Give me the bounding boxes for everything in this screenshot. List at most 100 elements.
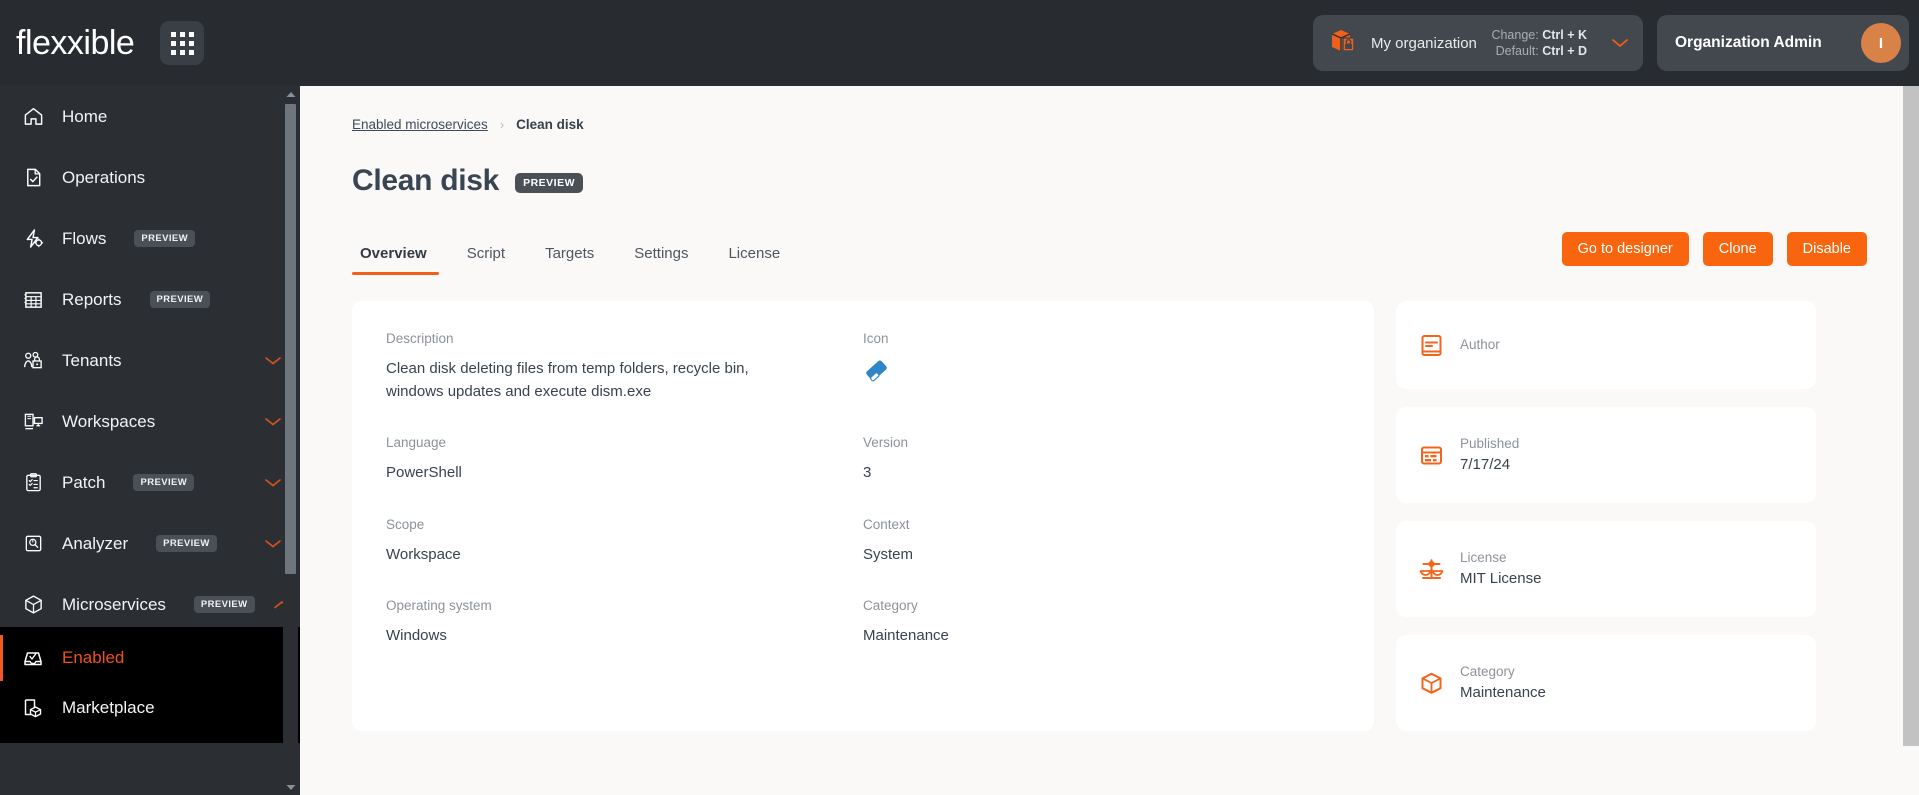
chevron-down-icon[interactable]	[264, 538, 282, 549]
field-value: 3	[863, 464, 872, 481]
category-text: Category Maintenance	[1460, 662, 1546, 703]
topbar-right-group: My organization Change: Ctrl + K Default…	[1313, 15, 1909, 71]
field-icon: Icon	[863, 331, 1340, 435]
sidebar-item-enabled[interactable]: Enabled	[0, 633, 300, 683]
field-context: Context System	[863, 517, 1340, 599]
author-card: Author	[1396, 301, 1816, 389]
published-text: Published 7/17/24	[1460, 434, 1519, 475]
field-value: Clean disk deleting files from temp fold…	[386, 360, 749, 400]
patch-clipboard-icon	[22, 472, 44, 494]
flow-bolt-icon	[22, 228, 44, 250]
sidebar-item-reports[interactable]: Reports PREVIEW	[0, 277, 300, 322]
sidebar-subitem-label: Marketplace	[62, 698, 155, 717]
go-to-designer-button[interactable]: Go to designer	[1561, 232, 1689, 266]
page-scrollbar[interactable]	[1903, 86, 1919, 795]
field-value: Maintenance	[863, 627, 949, 644]
grid-apps-dots	[170, 31, 194, 55]
sidebar-item-tenants[interactable]: Tenants	[0, 338, 300, 383]
document-check-icon	[22, 167, 44, 189]
sidebar-item-operations[interactable]: Operations	[0, 155, 300, 200]
box-icon	[1418, 670, 1444, 696]
breadcrumb-separator-icon: ›	[499, 116, 505, 132]
field-label: Version	[863, 435, 909, 450]
tab-license[interactable]: License	[708, 245, 800, 275]
license-text: License MIT License	[1460, 548, 1541, 589]
sidebar-item-microservices[interactable]: Microservices PREVIEW	[0, 582, 300, 627]
avatar[interactable]: I	[1861, 23, 1901, 63]
chevron-down-icon[interactable]	[264, 477, 282, 488]
sidebar-nav: Home Operations Flows PREVIEW Reports PR…	[0, 86, 300, 743]
chevron-down-icon[interactable]	[1611, 37, 1629, 49]
grid-apps-icon[interactable]	[160, 21, 205, 65]
sidebar-subitem-label: Enabled	[62, 648, 125, 667]
sidebar-item-label: Patch	[62, 472, 106, 492]
author-book-icon	[1418, 332, 1444, 358]
card-value: Maintenance	[1460, 683, 1546, 701]
sidebar-item-home[interactable]: Home	[0, 94, 300, 139]
tab-script[interactable]: Script	[447, 245, 525, 275]
breadcrumb-parent-link[interactable]: Enabled microservices	[352, 117, 488, 132]
package-box-icon	[1329, 28, 1359, 59]
tab-label: Script	[466, 245, 506, 262]
workspaces-icon	[22, 411, 44, 433]
sidebar-item-flows[interactable]: Flows PREVIEW	[0, 216, 300, 261]
sidebar-submenu-microservices: Enabled Marketplace	[0, 627, 300, 743]
card-label: Category	[1460, 664, 1515, 680]
disable-button[interactable]: Disable	[1786, 232, 1867, 266]
tab-targets[interactable]: Targets	[525, 245, 614, 275]
content-area: Description Clean disk deleting files fr…	[352, 301, 1867, 761]
sidebar-item-marketplace[interactable]: Marketplace	[0, 683, 300, 733]
sidebar-item-workspaces[interactable]: Workspaces	[0, 399, 300, 444]
preview-badge: PREVIEW	[134, 230, 196, 247]
chevron-down-icon[interactable]	[264, 416, 282, 427]
body-wrapper: Home Operations Flows PREVIEW Reports PR…	[0, 86, 1919, 795]
tab-settings[interactable]: Settings	[614, 245, 708, 275]
field-label: Context	[863, 516, 910, 532]
author-text: Author	[1460, 335, 1500, 355]
app-root: flexxible My organization Change: Ctrl +…	[0, 0, 1919, 795]
field-label: Language	[386, 435, 447, 450]
chevron-down-icon[interactable]	[264, 355, 282, 366]
page-scroll-thumb[interactable]	[1903, 86, 1919, 746]
sidebar-item-patch[interactable]: Patch PREVIEW	[0, 460, 300, 505]
field-scope: Scope Workspace	[386, 517, 863, 599]
tab-list: Overview Script Targets Settings License	[352, 245, 800, 275]
tab-overview[interactable]: Overview	[352, 245, 447, 275]
organization-selector[interactable]: My organization Change: Ctrl + K Default…	[1313, 15, 1643, 71]
field-operating-system: Operating system Windows	[386, 598, 863, 648]
clone-button[interactable]: Clone	[1702, 232, 1773, 266]
details-field-grid: Description Clean disk deleting files fr…	[386, 331, 1340, 648]
status-badge: PREVIEW	[515, 173, 583, 193]
sidebar-scroll-track[interactable]	[283, 102, 298, 779]
organization-left: My organization	[1329, 28, 1477, 59]
sidebar-item-label: Tenants	[62, 350, 122, 370]
sidebar-item-label: Operations	[62, 167, 146, 187]
card-label: Author	[1460, 337, 1500, 353]
sidebar-item-analyzer[interactable]: Analyzer PREVIEW	[0, 521, 300, 566]
page-cube-icon	[22, 697, 44, 719]
category-card: Category Maintenance	[1396, 635, 1816, 731]
sidebar-item-label: Workspaces	[62, 411, 156, 431]
sidebar-scroll-thumb[interactable]	[285, 104, 296, 574]
field-label: Scope	[386, 516, 425, 532]
user-menu[interactable]: Organization Admin I	[1657, 15, 1909, 71]
breadcrumb-current: Clean disk	[516, 116, 584, 132]
sidebar-scrollbar[interactable]	[283, 86, 298, 795]
field-label: Description	[386, 331, 454, 346]
card-value: 7/17/24	[1460, 455, 1511, 473]
field-value: Windows	[386, 627, 447, 644]
scroll-up-arrow-icon[interactable]	[286, 86, 296, 102]
main-content: Enabled microservices › Clean disk Clean…	[300, 86, 1919, 795]
field-value: Workspace	[386, 545, 461, 563]
field-value: System	[863, 545, 914, 563]
brand-logo[interactable]: flexxible	[14, 26, 135, 60]
default-label: Default:	[1495, 44, 1539, 58]
analyzer-disk-icon	[22, 533, 44, 555]
scroll-down-arrow-icon[interactable]	[286, 779, 296, 795]
